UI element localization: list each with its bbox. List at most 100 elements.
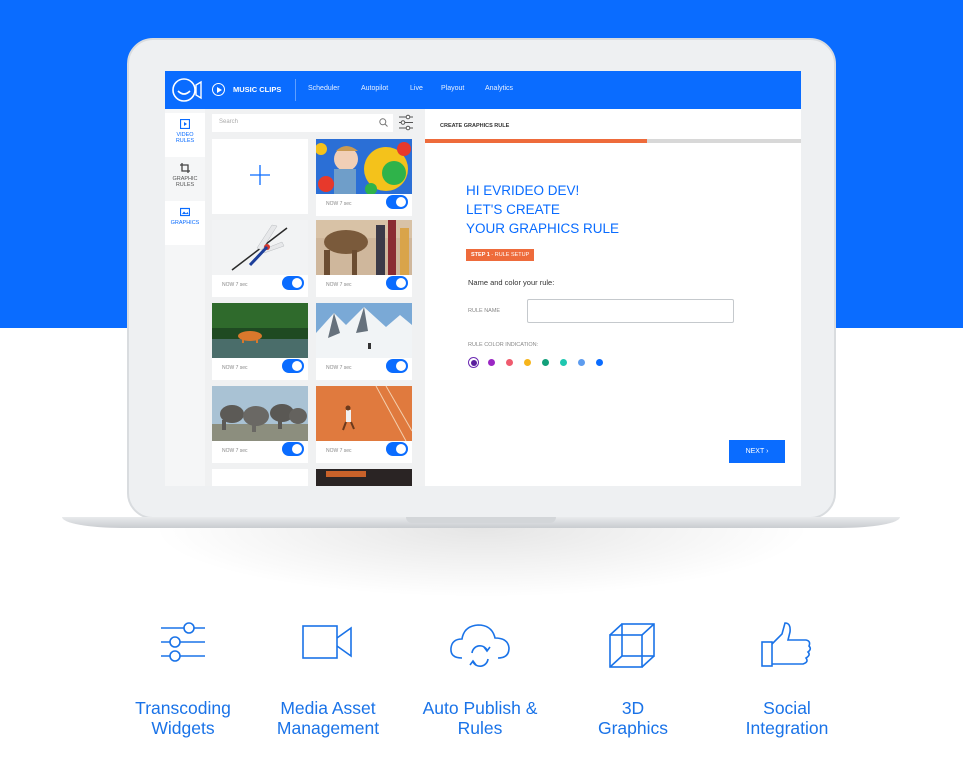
search-input[interactable]: Search	[212, 114, 393, 132]
nav-live[interactable]: Live	[410, 85, 423, 92]
color-swatch[interactable]	[578, 359, 585, 366]
sidebar-item-video-rules[interactable]: VIDEO RULES	[165, 113, 205, 157]
thumbnail-camels	[316, 220, 412, 275]
search-placeholder: Search	[219, 119, 239, 125]
laptop-shadow	[150, 528, 813, 598]
card-meta: NOW 7 sec	[326, 448, 352, 454]
step-progress-bar	[425, 139, 801, 143]
feature-label: Transcoding Widgets	[135, 698, 231, 738]
color-swatch[interactable]	[542, 359, 549, 366]
media-gallery: Search NOW 7 sec NOW 7 sec NOW 7 sec NOW…	[205, 109, 425, 486]
sidebar-label-graphics: GRAPHICS	[170, 220, 200, 226]
step-badge: STEP 1 - RULE SETUP	[466, 249, 535, 261]
title-line-2: LET'S CREATE	[466, 202, 560, 217]
chevron-right-icon: ›	[766, 448, 769, 455]
card-meta: NOW 7 sec	[222, 282, 248, 288]
color-swatch[interactable]	[596, 359, 603, 366]
card-toggle[interactable]	[386, 195, 408, 209]
next-button[interactable]: NEXT ›	[729, 440, 785, 463]
media-card[interactable]	[212, 469, 308, 486]
media-card[interactable]: NOW 7 sec	[316, 303, 412, 380]
media-card[interactable]: NOW 7 sec	[316, 139, 412, 216]
video-rules-icon	[180, 119, 190, 129]
card-toggle[interactable]	[386, 276, 408, 290]
instruction-text: Name and color your rule:	[468, 278, 555, 287]
media-card[interactable]: NOW 7 sec	[212, 386, 308, 463]
rule-setup-panel: CREATE GRAPHICS RULE HI EVRIDEO DEV! LET…	[425, 109, 801, 486]
card-meta: NOW 7 sec	[222, 448, 248, 454]
nav-autopilot[interactable]: Autopilot	[361, 85, 388, 92]
step-number: STEP 1	[471, 252, 490, 258]
title-line-1: HI EVRIDEO DEV!	[466, 183, 580, 198]
rule-name-label: RULE NAME	[468, 308, 501, 314]
nav-divider	[295, 79, 296, 101]
card-toggle[interactable]	[282, 442, 304, 456]
brand-label[interactable]: MUSIC CLIPS	[233, 85, 281, 94]
thumbnail-child-ballpit	[316, 139, 412, 194]
card-toggle[interactable]	[282, 359, 304, 373]
thumbnail-tiger-river	[212, 303, 308, 358]
sidebar: VIDEO RULES GRAPHIC RULES GRAPHICS	[165, 109, 205, 486]
media-card[interactable]: NOW 7 sec	[212, 303, 308, 380]
app-logo-icon[interactable]	[171, 76, 203, 104]
feature-media-asset-management: Media Asset Management	[253, 620, 403, 738]
thumbnail-dragonfly	[212, 220, 308, 275]
media-card[interactable]: NOW 7 sec	[316, 220, 412, 297]
video-camera-icon	[302, 625, 352, 659]
page-breadcrumb: CREATE GRAPHICS RULE	[440, 123, 510, 129]
feature-label: 3D Graphics	[597, 698, 669, 738]
feature-label: Auto Publish & Rules	[422, 698, 538, 738]
app-screen: MUSIC CLIPS Scheduler Autopilot Live Pla…	[165, 71, 801, 486]
next-label: NEXT	[745, 448, 765, 455]
thumbnail-elephants	[212, 386, 308, 441]
top-bar: MUSIC CLIPS Scheduler Autopilot Live Pla…	[165, 71, 801, 109]
sliders-icon	[161, 622, 205, 662]
media-card[interactable]: NOW 7 sec	[316, 386, 412, 463]
feature-label: Social Integration	[745, 698, 829, 738]
card-toggle[interactable]	[282, 276, 304, 290]
title-line-3: YOUR GRAPHICS RULE	[466, 221, 620, 236]
color-indication-label: RULE COLOR INDICATION:	[468, 342, 539, 348]
color-swatch[interactable]	[506, 359, 513, 366]
card-toggle[interactable]	[386, 442, 408, 456]
sidebar-item-graphics[interactable]: GRAPHICS	[165, 201, 205, 245]
feature-3d-graphics: 3D Graphics	[558, 620, 708, 738]
thumbs-up-icon	[761, 622, 812, 667]
filter-sliders-icon[interactable]	[398, 114, 414, 131]
cloud-sync-icon	[450, 624, 510, 667]
color-swatch[interactable]	[488, 359, 495, 366]
media-card[interactable]	[316, 469, 412, 486]
feature-social-integration: Social Integration	[712, 620, 862, 738]
media-card[interactable]: NOW 7 sec	[212, 220, 308, 297]
page-title: HI EVRIDEO DEV! LET'S CREATE YOUR GRAPHI…	[466, 181, 619, 238]
card-meta: NOW 7 sec	[326, 201, 352, 207]
search-icon[interactable]	[379, 118, 388, 127]
color-swatch[interactable]	[468, 357, 479, 368]
color-swatch[interactable]	[560, 359, 567, 366]
sidebar-label-graphic-rules: GRAPHIC RULES	[172, 176, 198, 188]
add-media-button[interactable]	[212, 139, 308, 214]
thumbnail-snow-mountains	[316, 303, 412, 358]
feature-label: Media Asset Management	[276, 698, 380, 738]
feature-auto-publish-rules: Auto Publish & Rules	[405, 620, 555, 738]
color-swatch[interactable]	[524, 359, 531, 366]
card-meta: NOW 7 sec	[326, 282, 352, 288]
play-circle-icon[interactable]	[212, 83, 225, 96]
step-text: - RULE SETUP	[489, 252, 530, 258]
plus-icon	[250, 165, 270, 185]
feature-transcoding-widgets: Transcoding Widgets	[108, 620, 258, 738]
card-meta: NOW 7 sec	[326, 365, 352, 371]
progress-fill	[425, 139, 647, 143]
nav-analytics[interactable]: Analytics	[485, 85, 513, 92]
crop-icon	[180, 163, 190, 173]
laptop-notch	[406, 517, 556, 523]
card-meta: NOW 7 sec	[222, 365, 248, 371]
rule-name-input[interactable]	[527, 299, 734, 323]
nav-scheduler[interactable]: Scheduler	[308, 85, 340, 92]
sidebar-item-graphic-rules[interactable]: GRAPHIC RULES	[165, 157, 205, 201]
cube-icon	[609, 623, 655, 668]
nav-playout[interactable]: Playout	[441, 85, 464, 92]
thumbnail-tennis-court	[316, 386, 412, 441]
image-icon	[180, 207, 190, 217]
card-toggle[interactable]	[386, 359, 408, 373]
